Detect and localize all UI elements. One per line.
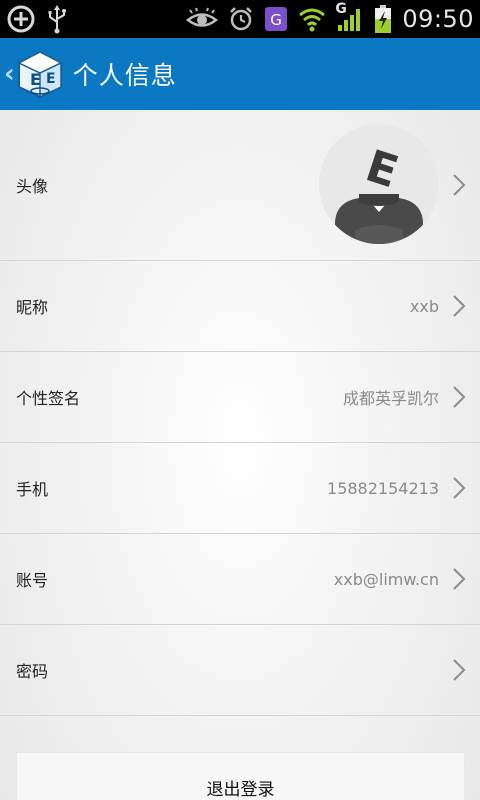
- add-circle-icon: [6, 4, 36, 34]
- page-title: 个人信息: [72, 61, 177, 90]
- clock: 09:50: [402, 5, 474, 33]
- avatar: E: [319, 124, 439, 244]
- usb-icon: [46, 4, 68, 34]
- nickname-label: 昵称: [16, 298, 49, 317]
- eye-icon: [186, 7, 219, 31]
- chevron-right-icon: [453, 477, 466, 499]
- back-chevron-icon: ‹: [4, 59, 15, 89]
- status-bar-right: G G 09:50: [186, 1, 474, 34]
- svg-text:E: E: [30, 70, 41, 89]
- battery-icon: [374, 4, 392, 34]
- status-bar-left: [6, 4, 68, 34]
- wifi-icon: [298, 6, 326, 32]
- header-bar: ‹ E E 个人信息: [0, 38, 480, 110]
- account-value: xxb@limw.cn: [333, 569, 439, 589]
- chevron-right-icon: [453, 568, 466, 590]
- avatar-row[interactable]: 头像 E: [0, 110, 480, 261]
- svg-text:G: G: [271, 11, 283, 29]
- password-row[interactable]: 密码: [0, 625, 480, 716]
- phone-label: 手机: [16, 480, 49, 499]
- chevron-right-icon: [453, 174, 466, 196]
- profile-list: 头像 E 昵称 xxb 个性签名 成都英孚凯尔 手机 15882154213 账…: [0, 110, 480, 716]
- signature-row[interactable]: 个性签名 成都英孚凯尔: [0, 352, 480, 443]
- phone-value: 15882154213: [327, 478, 439, 498]
- signature-value: 成都英孚凯尔: [342, 389, 439, 408]
- chevron-right-icon: [453, 295, 466, 317]
- nickname-value: xxb: [409, 296, 439, 316]
- status-bar: G G 09:50: [0, 0, 480, 38]
- account-row[interactable]: 账号 xxb@limw.cn: [0, 534, 480, 625]
- password-label: 密码: [16, 662, 49, 681]
- g-app-icon: G: [264, 6, 288, 32]
- signal-icon: G: [335, 1, 364, 33]
- app-logo-icon: E E: [15, 49, 65, 99]
- nickname-row[interactable]: 昵称 xxb: [0, 261, 480, 352]
- alarm-icon: [228, 6, 254, 32]
- back-button[interactable]: ‹ E E: [0, 38, 65, 110]
- signature-label: 个性签名: [16, 389, 81, 408]
- phone-row[interactable]: 手机 15882154213: [0, 443, 480, 534]
- account-label: 账号: [16, 571, 49, 590]
- svg-text:E: E: [46, 71, 56, 87]
- logout-button[interactable]: 退出登录: [16, 752, 465, 800]
- network-type-label: G: [335, 1, 347, 17]
- avatar-label: 头像: [16, 177, 49, 196]
- chevron-right-icon: [453, 386, 466, 408]
- chevron-right-icon: [453, 659, 466, 681]
